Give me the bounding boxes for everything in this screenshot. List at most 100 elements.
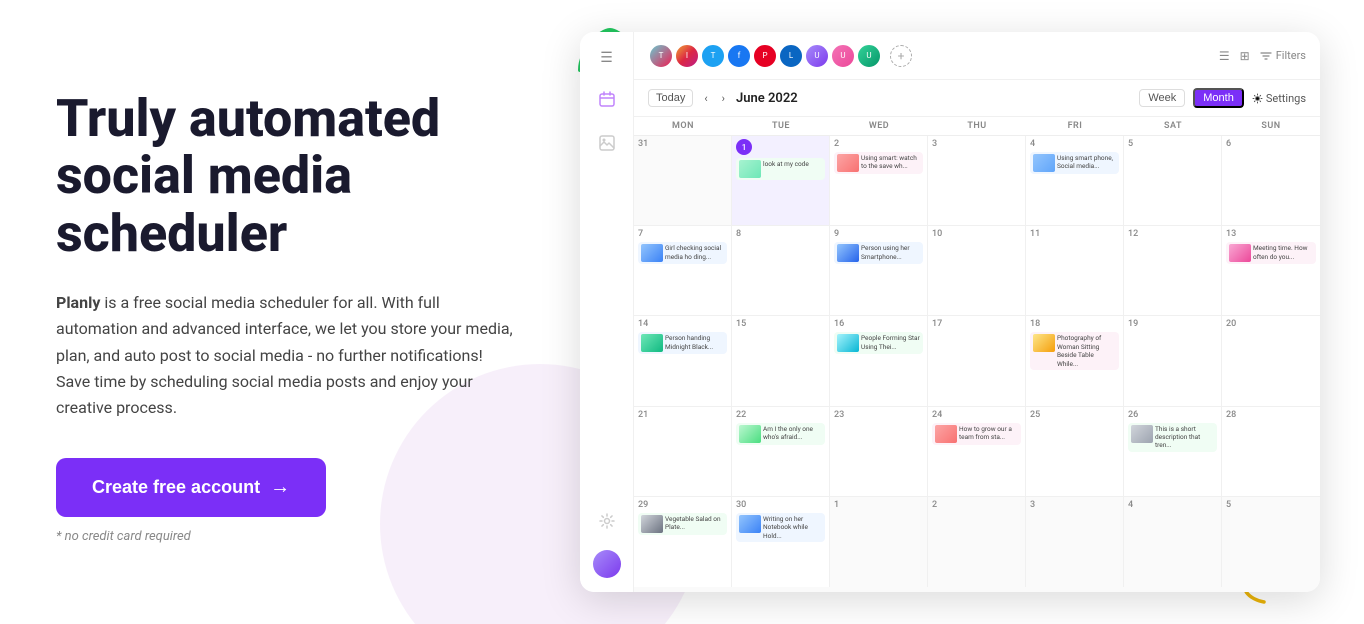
hero-description: Planly is a free social media scheduler … bbox=[56, 290, 520, 422]
cal-cell-jun20[interactable]: 20 bbox=[1222, 316, 1320, 405]
cal-cell-jun12[interactable]: 12 bbox=[1124, 226, 1222, 315]
calendar-nav: Today ‹ › June 2022 Week Month Settings bbox=[634, 80, 1320, 117]
cal-cell-jul5[interactable]: 5 bbox=[1222, 497, 1320, 587]
cta-button[interactable]: Create free account → bbox=[56, 458, 326, 517]
cal-cell-jun25[interactable]: 25 bbox=[1026, 407, 1124, 496]
sidebar-menu-icon[interactable]: ☰ bbox=[596, 46, 617, 70]
cal-post-jun18[interactable]: Photography of Woman Sitting Beside Tabl… bbox=[1030, 332, 1119, 370]
cal-date-jun22: 22 bbox=[736, 410, 825, 420]
topbar-filters-button[interactable]: Filters bbox=[1260, 49, 1306, 62]
cal-cell-jun3[interactable]: 3 bbox=[928, 136, 1026, 225]
avatar-twitter[interactable]: T bbox=[700, 43, 726, 69]
prev-month-button[interactable]: ‹ bbox=[701, 90, 710, 107]
cal-post-jun9[interactable]: Person using her Smartphone... bbox=[834, 242, 923, 264]
cal-cell-jul3[interactable]: 3 bbox=[1026, 497, 1124, 587]
sidebar-media-icon[interactable] bbox=[592, 128, 622, 158]
avatar-facebook[interactable]: f bbox=[726, 43, 752, 69]
avatar-pinterest[interactable]: P bbox=[752, 43, 778, 69]
cal-date-jul1: 1 bbox=[834, 500, 923, 510]
cta-label: Create free account bbox=[92, 477, 260, 498]
post-thumb-jun24 bbox=[935, 425, 957, 443]
no-credit-text: * no credit card required bbox=[56, 529, 520, 544]
cal-cell-jun2[interactable]: 2 Using smart: watch to the save wh... bbox=[830, 136, 928, 225]
cal-date-jun9: 9 bbox=[834, 229, 923, 239]
cal-post-jun30[interactable]: Writing on her Notebook while Hold... bbox=[736, 513, 825, 542]
avatar-linkedin[interactable]: L bbox=[778, 43, 804, 69]
sidebar-user-avatar[interactable] bbox=[593, 550, 621, 578]
post-text-jun13: Meeting time. How often do you... bbox=[1253, 244, 1313, 261]
cal-cell-jun4[interactable]: 4 Using smart phone, Social media... bbox=[1026, 136, 1124, 225]
cal-cell-jun1[interactable]: 1 look at my code bbox=[732, 136, 830, 225]
filters-label: Filters bbox=[1276, 49, 1306, 62]
sidebar-calendar-icon[interactable] bbox=[592, 84, 622, 114]
cal-cell-jun16[interactable]: 16 People Forming Star Using Thei... bbox=[830, 316, 928, 405]
cal-post-jun1[interactable]: look at my code bbox=[736, 158, 825, 180]
add-account-button[interactable]: + bbox=[890, 45, 912, 67]
post-text-jun24: How to grow our a team from sta... bbox=[959, 425, 1018, 442]
cal-cell-jun13[interactable]: 13 Meeting time. How often do you... bbox=[1222, 226, 1320, 315]
cal-cell-may30[interactable]: 31 bbox=[634, 136, 732, 225]
cal-cell-jun19[interactable]: 19 bbox=[1124, 316, 1222, 405]
next-month-button[interactable]: › bbox=[719, 90, 728, 107]
cal-cell-jul4[interactable]: 4 bbox=[1124, 497, 1222, 587]
post-thumb-jun14 bbox=[641, 334, 663, 352]
cal-cell-jun7[interactable]: 7 Girl checking social media ho ding... bbox=[634, 226, 732, 315]
cal-cell-jun10[interactable]: 10 bbox=[928, 226, 1026, 315]
post-thumb-jun9 bbox=[837, 244, 859, 262]
cal-cell-jul2[interactable]: 2 bbox=[928, 497, 1026, 587]
cal-post-jun4[interactable]: Using smart phone, Social media... bbox=[1030, 152, 1119, 174]
cal-cell-jun28[interactable]: 28 bbox=[1222, 407, 1320, 496]
cal-post-jun22[interactable]: Am I the only one who's afraid... bbox=[736, 423, 825, 445]
post-text-jun2: Using smart: watch to the save wh... bbox=[861, 154, 920, 171]
post-thumb-jun16 bbox=[837, 334, 859, 352]
cal-post-jun14[interactable]: Person handing Midnight Black... bbox=[638, 332, 727, 354]
cal-cell-jun11[interactable]: 11 bbox=[1026, 226, 1124, 315]
post-text-jun4: Using smart phone, Social media... bbox=[1057, 154, 1116, 171]
cal-cell-jun6[interactable]: 6 bbox=[1222, 136, 1320, 225]
cal-post-jun16[interactable]: People Forming Star Using Thei... bbox=[834, 332, 923, 354]
calendar-settings-button[interactable]: Settings bbox=[1252, 92, 1306, 105]
cal-date-jun12: 12 bbox=[1128, 229, 1217, 239]
cal-cell-jun29[interactable]: 29 Vegetable Salad on Plate... bbox=[634, 497, 732, 587]
cal-post-jun24[interactable]: How to grow our a team from sta... bbox=[932, 423, 1021, 445]
month-view-button[interactable]: Month bbox=[1193, 88, 1244, 108]
avatar-tiktok[interactable]: T bbox=[648, 43, 674, 69]
cal-post-jun13[interactable]: Meeting time. How often do you... bbox=[1226, 242, 1316, 264]
cal-cell-jul1[interactable]: 1 bbox=[830, 497, 928, 587]
avatar-instagram[interactable]: I bbox=[674, 43, 700, 69]
cal-cell-jun21[interactable]: 21 bbox=[634, 407, 732, 496]
week-view-button[interactable]: Week bbox=[1139, 89, 1185, 107]
avatar-user1[interactable]: U bbox=[804, 43, 830, 69]
cal-cell-jun9[interactable]: 9 Person using her Smartphone... bbox=[830, 226, 928, 315]
cal-cell-jun5[interactable]: 5 bbox=[1124, 136, 1222, 225]
cal-cell-jun8[interactable]: 8 bbox=[732, 226, 830, 315]
cal-post-jun29[interactable]: Vegetable Salad on Plate... bbox=[638, 513, 727, 535]
avatar-user2[interactable]: U bbox=[830, 43, 856, 69]
cal-cell-jun14[interactable]: 14 Person handing Midnight Black... bbox=[634, 316, 732, 405]
cal-cell-jun26[interactable]: 26 This is a short description that tren… bbox=[1124, 407, 1222, 496]
day-header-tue: TUE bbox=[732, 117, 830, 135]
cal-cell-jun30[interactable]: 30 Writing on her Notebook while Hold... bbox=[732, 497, 830, 587]
cal-post-jun2[interactable]: Using smart: watch to the save wh... bbox=[834, 152, 923, 174]
cal-post-jun26[interactable]: This is a short description that tren... bbox=[1128, 423, 1217, 452]
post-text-jun16: People Forming Star Using Thei... bbox=[861, 334, 920, 351]
cal-date-may30: 31 bbox=[638, 139, 727, 149]
topbar-menu-icon[interactable]: ☰ bbox=[1219, 49, 1230, 63]
month-year-label: June 2022 bbox=[736, 91, 798, 106]
post-thumb-jun26 bbox=[1131, 425, 1153, 443]
cal-cell-jun24[interactable]: 24 How to grow our a team from sta... bbox=[928, 407, 1026, 496]
post-text-jun18: Photography of Woman Sitting Beside Tabl… bbox=[1057, 334, 1116, 368]
avatar-user3[interactable]: U bbox=[856, 43, 882, 69]
cal-cell-jun22[interactable]: 22 Am I the only one who's afraid... bbox=[732, 407, 830, 496]
today-button[interactable]: Today bbox=[648, 89, 693, 107]
post-thumb-jun13 bbox=[1229, 244, 1251, 262]
topbar-grid-icon[interactable]: ⊞ bbox=[1240, 49, 1250, 63]
cal-cell-jun23[interactable]: 23 bbox=[830, 407, 928, 496]
cal-cell-jun15[interactable]: 15 bbox=[732, 316, 830, 405]
cal-post-jun7[interactable]: Girl checking social media ho ding... bbox=[638, 242, 727, 264]
cal-cell-jun17[interactable]: 17 bbox=[928, 316, 1026, 405]
cal-date-jul5: 5 bbox=[1226, 500, 1316, 510]
day-header-fri: FRI bbox=[1026, 117, 1124, 135]
sidebar-settings-icon[interactable] bbox=[592, 506, 622, 536]
cal-cell-jun18[interactable]: 18 Photography of Woman Sitting Beside T… bbox=[1026, 316, 1124, 405]
